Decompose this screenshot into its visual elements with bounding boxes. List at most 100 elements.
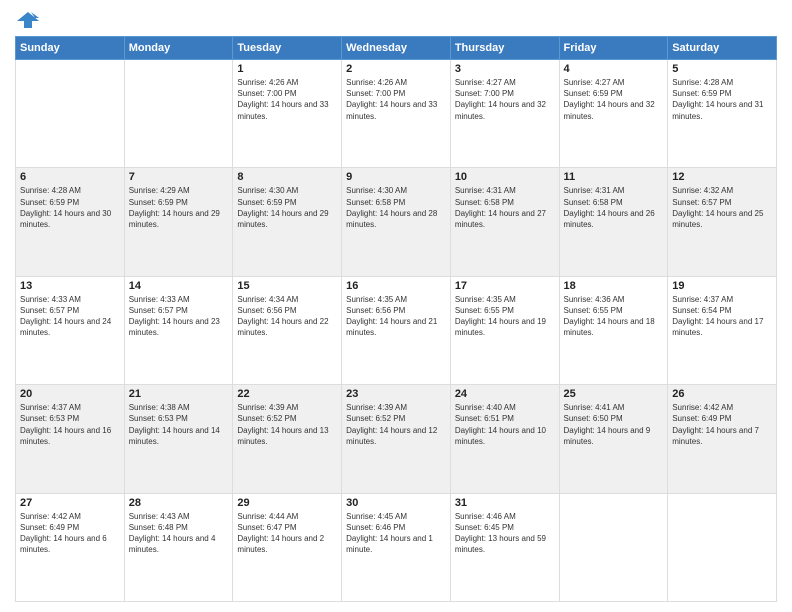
- calendar-cell: 28 Sunrise: 4:43 AM Sunset: 6:48 PM Dayli…: [124, 493, 233, 601]
- logo-bird-icon: [17, 10, 39, 32]
- calendar-cell: 15 Sunrise: 4:34 AM Sunset: 6:56 PM Dayli…: [233, 276, 342, 384]
- day-number: 21: [129, 388, 229, 400]
- cell-info: Sunrise: 4:42 AM Sunset: 6:49 PM Dayligh…: [20, 511, 120, 556]
- cell-info: Sunrise: 4:28 AM Sunset: 6:59 PM Dayligh…: [20, 185, 120, 230]
- calendar-cell: 20 Sunrise: 4:37 AM Sunset: 6:53 PM Dayli…: [16, 385, 125, 493]
- day-number: 8: [237, 171, 337, 183]
- calendar-cell: 18 Sunrise: 4:36 AM Sunset: 6:55 PM Dayli…: [559, 276, 668, 384]
- calendar-cell: [668, 493, 777, 601]
- cell-info: Sunrise: 4:39 AM Sunset: 6:52 PM Dayligh…: [346, 402, 446, 447]
- calendar-cell: 24Sunrise: 4:40 AM Sunset: 6:51 PM Dayli…: [450, 385, 559, 493]
- calendar-week-row: 20 Sunrise: 4:37 AM Sunset: 6:53 PM Dayli…: [16, 385, 777, 493]
- calendar-cell: 10 Sunrise: 4:31 AM Sunset: 6:58 PM Dayli…: [450, 168, 559, 276]
- cell-info: Sunrise: 4:30 AM Sunset: 6:58 PM Dayligh…: [346, 185, 446, 230]
- calendar-cell: 17Sunrise: 4:35 AM Sunset: 6:55 PM Dayli…: [450, 276, 559, 384]
- calendar-cell: 13 Sunrise: 4:33 AM Sunset: 6:57 PM Dayli…: [16, 276, 125, 384]
- day-number: 14: [129, 280, 229, 292]
- cell-info: Sunrise: 4:31 AM Sunset: 6:58 PM Dayligh…: [455, 185, 555, 230]
- calendar-cell: 3 Sunrise: 4:27 AM Sunset: 7:00 PM Daylig…: [450, 60, 559, 168]
- cell-info: Sunrise: 4:28 AM Sunset: 6:59 PM Dayligh…: [672, 77, 772, 122]
- day-number: 16: [346, 280, 446, 292]
- weekday-header: Saturday: [668, 37, 777, 60]
- calendar-cell: 30 Sunrise: 4:45 AM Sunset: 6:46 PM Dayli…: [342, 493, 451, 601]
- cell-info: Sunrise: 4:32 AM Sunset: 6:57 PM Dayligh…: [672, 185, 772, 230]
- cell-info: Sunrise: 4:27 AM Sunset: 7:00 PM Dayligh…: [455, 77, 555, 122]
- calendar-cell: 19 Sunrise: 4:37 AM Sunset: 6:54 PM Dayli…: [668, 276, 777, 384]
- day-number: 1: [237, 63, 337, 75]
- day-number: 15: [237, 280, 337, 292]
- calendar-cell: [559, 493, 668, 601]
- calendar-week-row: 6 Sunrise: 4:28 AM Sunset: 6:59 PM Daylig…: [16, 168, 777, 276]
- cell-info: Sunrise: 4:33 AM Sunset: 6:57 PM Dayligh…: [20, 294, 120, 339]
- day-number: 19: [672, 280, 772, 292]
- calendar-cell: 21 Sunrise: 4:38 AM Sunset: 6:53 PM Dayli…: [124, 385, 233, 493]
- calendar-cell: 22Sunrise: 4:39 AM Sunset: 6:52 PM Dayli…: [233, 385, 342, 493]
- day-number: 12: [672, 171, 772, 183]
- calendar-cell: 4 Sunrise: 4:27 AM Sunset: 6:59 PM Daylig…: [559, 60, 668, 168]
- day-number: 31: [455, 497, 555, 509]
- calendar-cell: [124, 60, 233, 168]
- calendar-week-row: 13 Sunrise: 4:33 AM Sunset: 6:57 PM Dayli…: [16, 276, 777, 384]
- day-number: 13: [20, 280, 120, 292]
- calendar-cell: 6 Sunrise: 4:28 AM Sunset: 6:59 PM Daylig…: [16, 168, 125, 276]
- cell-info: Sunrise: 4:26 AM Sunset: 7:00 PM Dayligh…: [237, 77, 337, 122]
- cell-info: Sunrise: 4:30 AM Sunset: 6:59 PM Dayligh…: [237, 185, 337, 230]
- calendar-cell: 7 Sunrise: 4:29 AM Sunset: 6:59 PM Daylig…: [124, 168, 233, 276]
- calendar-cell: 1 Sunrise: 4:26 AM Sunset: 7:00 PM Daylig…: [233, 60, 342, 168]
- day-number: 5: [672, 63, 772, 75]
- weekday-header: Thursday: [450, 37, 559, 60]
- calendar-cell: 16 Sunrise: 4:35 AM Sunset: 6:56 PM Dayli…: [342, 276, 451, 384]
- header: [15, 10, 777, 28]
- cell-info: Sunrise: 4:26 AM Sunset: 7:00 PM Dayligh…: [346, 77, 446, 122]
- weekday-header: Sunday: [16, 37, 125, 60]
- calendar-table: SundayMondayTuesdayWednesdayThursdayFrid…: [15, 36, 777, 602]
- cell-info: Sunrise: 4:46 AM Sunset: 6:45 PM Dayligh…: [455, 511, 555, 556]
- cell-info: Sunrise: 4:43 AM Sunset: 6:48 PM Dayligh…: [129, 511, 229, 556]
- cell-info: Sunrise: 4:27 AM Sunset: 6:59 PM Dayligh…: [564, 77, 664, 122]
- calendar-cell: 9 Sunrise: 4:30 AM Sunset: 6:58 PM Daylig…: [342, 168, 451, 276]
- calendar-cell: 12 Sunrise: 4:32 AM Sunset: 6:57 PM Dayli…: [668, 168, 777, 276]
- day-number: 28: [129, 497, 229, 509]
- cell-info: Sunrise: 4:41 AM Sunset: 6:50 PM Dayligh…: [564, 402, 664, 447]
- day-number: 20: [20, 388, 120, 400]
- calendar-cell: 25Sunrise: 4:41 AM Sunset: 6:50 PM Dayli…: [559, 385, 668, 493]
- day-number: 23: [346, 388, 446, 400]
- cell-info: Sunrise: 4:38 AM Sunset: 6:53 PM Dayligh…: [129, 402, 229, 447]
- day-number: 17: [455, 280, 555, 292]
- day-number: 6: [20, 171, 120, 183]
- cell-info: Sunrise: 4:29 AM Sunset: 6:59 PM Dayligh…: [129, 185, 229, 230]
- calendar-cell: 2Sunrise: 4:26 AM Sunset: 7:00 PM Daylig…: [342, 60, 451, 168]
- calendar-cell: 8 Sunrise: 4:30 AM Sunset: 6:59 PM Daylig…: [233, 168, 342, 276]
- calendar-week-row: 1 Sunrise: 4:26 AM Sunset: 7:00 PM Daylig…: [16, 60, 777, 168]
- cell-info: Sunrise: 4:44 AM Sunset: 6:47 PM Dayligh…: [237, 511, 337, 556]
- cell-info: Sunrise: 4:31 AM Sunset: 6:58 PM Dayligh…: [564, 185, 664, 230]
- page: SundayMondayTuesdayWednesdayThursdayFrid…: [0, 0, 792, 612]
- day-number: 30: [346, 497, 446, 509]
- weekday-header: Friday: [559, 37, 668, 60]
- day-number: 22: [237, 388, 337, 400]
- day-number: 4: [564, 63, 664, 75]
- day-number: 11: [564, 171, 664, 183]
- cell-info: Sunrise: 4:40 AM Sunset: 6:51 PM Dayligh…: [455, 402, 555, 447]
- day-number: 7: [129, 171, 229, 183]
- cell-info: Sunrise: 4:35 AM Sunset: 6:56 PM Dayligh…: [346, 294, 446, 339]
- calendar-cell: 23 Sunrise: 4:39 AM Sunset: 6:52 PM Dayli…: [342, 385, 451, 493]
- cell-info: Sunrise: 4:45 AM Sunset: 6:46 PM Dayligh…: [346, 511, 446, 556]
- calendar-cell: 14Sunrise: 4:33 AM Sunset: 6:57 PM Dayli…: [124, 276, 233, 384]
- weekday-header: Tuesday: [233, 37, 342, 60]
- cell-info: Sunrise: 4:37 AM Sunset: 6:54 PM Dayligh…: [672, 294, 772, 339]
- day-number: 18: [564, 280, 664, 292]
- calendar-header-row: SundayMondayTuesdayWednesdayThursdayFrid…: [16, 37, 777, 60]
- cell-info: Sunrise: 4:36 AM Sunset: 6:55 PM Dayligh…: [564, 294, 664, 339]
- weekday-header: Wednesday: [342, 37, 451, 60]
- calendar-cell: 27Sunrise: 4:42 AM Sunset: 6:49 PM Dayli…: [16, 493, 125, 601]
- cell-info: Sunrise: 4:34 AM Sunset: 6:56 PM Dayligh…: [237, 294, 337, 339]
- day-number: 3: [455, 63, 555, 75]
- calendar-cell: 31 Sunrise: 4:46 AM Sunset: 6:45 PM Dayli…: [450, 493, 559, 601]
- cell-info: Sunrise: 4:37 AM Sunset: 6:53 PM Dayligh…: [20, 402, 120, 447]
- calendar-week-row: 27Sunrise: 4:42 AM Sunset: 6:49 PM Dayli…: [16, 493, 777, 601]
- day-number: 29: [237, 497, 337, 509]
- weekday-header: Monday: [124, 37, 233, 60]
- day-number: 9: [346, 171, 446, 183]
- day-number: 10: [455, 171, 555, 183]
